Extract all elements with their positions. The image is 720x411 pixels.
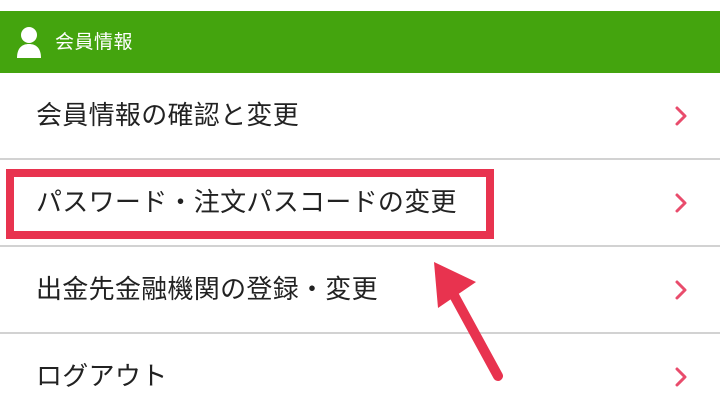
menu-item-label: 会員情報の確認と変更 (36, 101, 300, 131)
top-spacer (0, 0, 720, 11)
chevron-right-icon (675, 367, 687, 387)
menu-item-label: パスワード・注文パスコードの変更 (36, 188, 457, 218)
menu-item-label: ログアウト (36, 362, 168, 392)
menu-item-password-change[interactable]: パスワード・注文パスコードの変更 (0, 160, 720, 246)
member-info-header: 会員情報 (0, 11, 720, 73)
member-info-page: 会員情報 会員情報の確認と変更 パスワード・注文パスコードの変更 出金先金融機関… (0, 0, 720, 411)
user-icon (17, 27, 41, 58)
menu-item-label: 出金先金融機関の登録・変更 (36, 275, 378, 305)
chevron-right-icon (675, 193, 687, 213)
menu-item-withdrawal-bank[interactable]: 出金先金融機関の登録・変更 (0, 247, 720, 333)
chevron-right-icon (675, 280, 687, 300)
header-title: 会員情報 (55, 31, 134, 53)
menu-item-logout[interactable]: ログアウト (0, 334, 720, 411)
menu-item-member-info-edit[interactable]: 会員情報の確認と変更 (0, 73, 720, 159)
chevron-right-icon (675, 106, 687, 126)
